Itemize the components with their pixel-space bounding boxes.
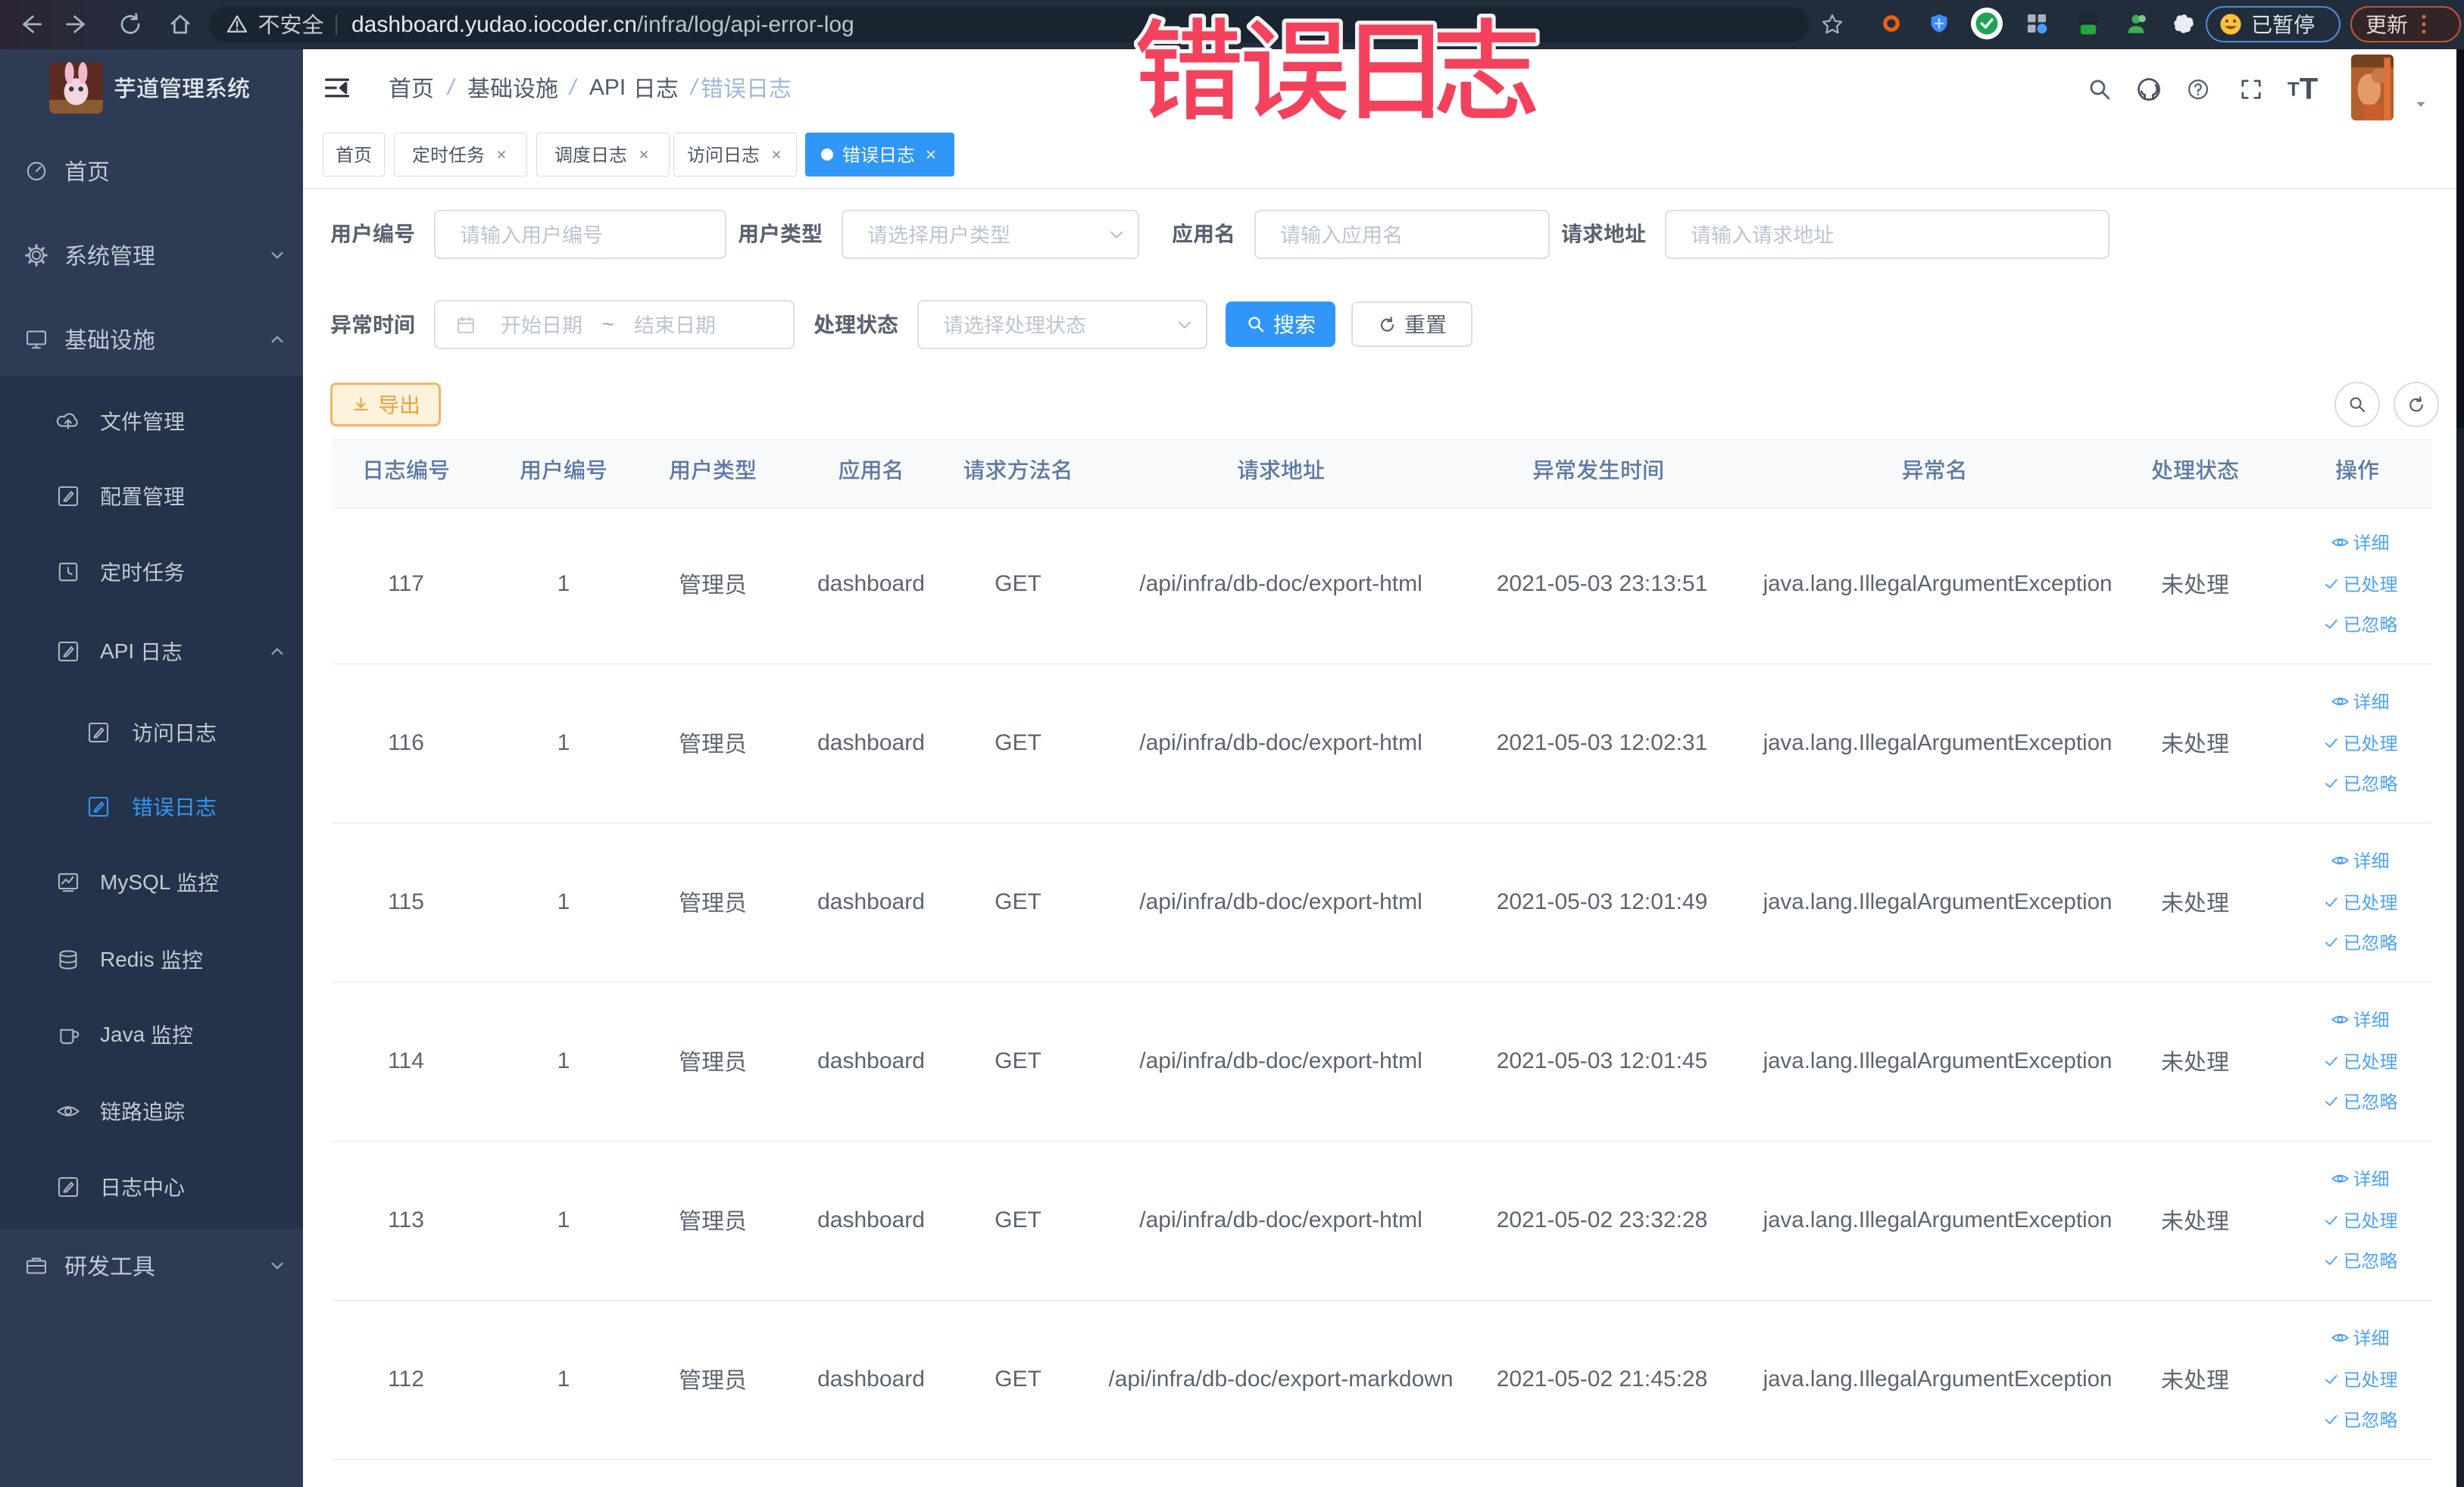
svg-text:on: on <box>2085 26 2092 33</box>
